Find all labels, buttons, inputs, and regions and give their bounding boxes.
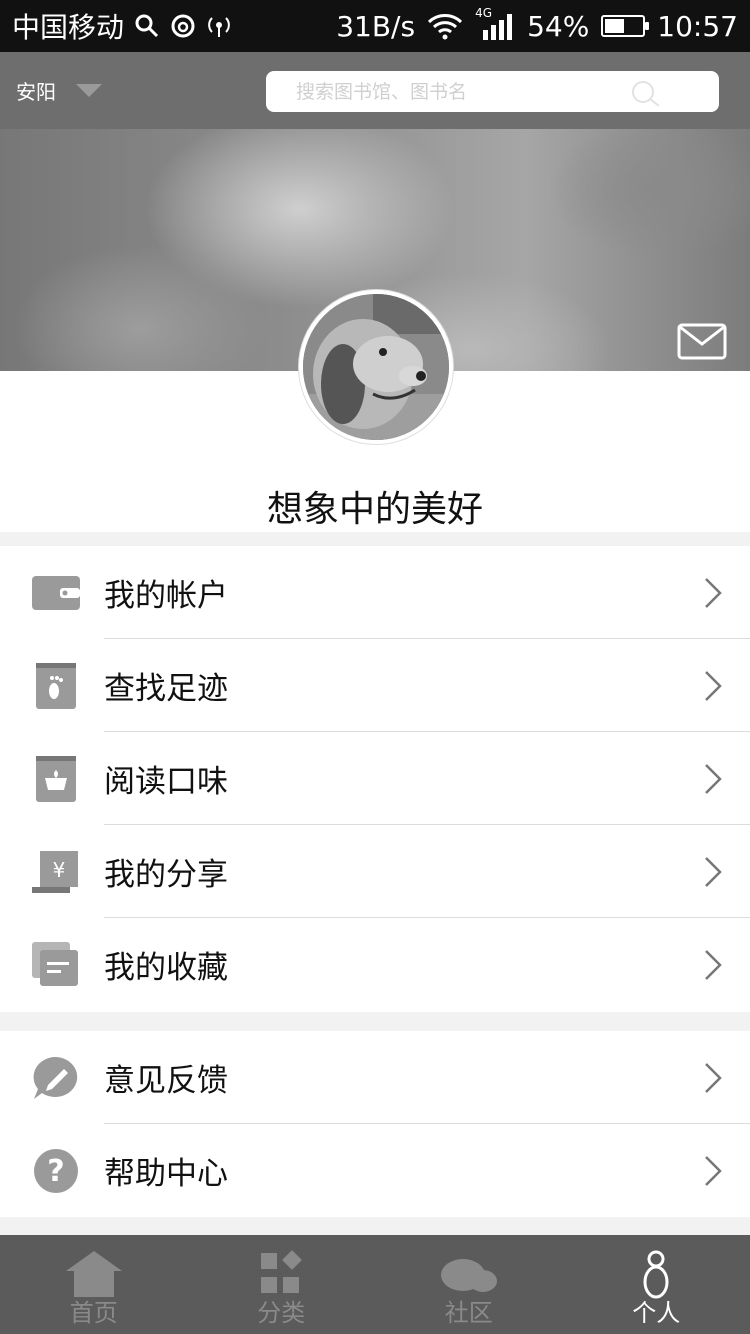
city-name: 安阳 (16, 80, 56, 104)
carrier-name: 中国移动 (12, 11, 125, 44)
feedback-pencil-icon (33, 1056, 78, 1099)
person-icon (643, 1250, 669, 1299)
svg-text:?: ? (47, 1154, 64, 1189)
menu-item-label: 我的分享 (104, 857, 228, 893)
wifi-icon (428, 14, 463, 40)
top-bar: 安阳 (0, 52, 750, 129)
menu-item-help[interactable]: ? 帮助中心 (0, 1124, 750, 1217)
collection-icon (32, 942, 78, 986)
menu-item-footprint[interactable]: 查找足迹 (0, 639, 750, 732)
tab-category[interactable]: 分类 (188, 1235, 376, 1334)
battery-icon (601, 15, 650, 37)
netease-status-icon (171, 14, 195, 38)
search-box[interactable] (266, 71, 719, 112)
menu-item-label: 阅读口味 (104, 764, 228, 800)
tab-label: 个人 (632, 1299, 681, 1327)
menu-item-label: 意见反馈 (104, 1063, 228, 1099)
menu-item-account[interactable]: 我的帐户 (0, 546, 750, 639)
menu-item-collection[interactable]: 我的收藏 (0, 918, 750, 1011)
dog-avatar-image (303, 294, 449, 440)
avatar[interactable] (299, 290, 453, 444)
chevron-right-icon (705, 671, 722, 701)
status-bar: 中国移动 31B/s 4G 54% 10:57 (0, 0, 750, 52)
search-status-icon (135, 14, 159, 38)
battery-percent: 54% (527, 9, 590, 43)
caret-down-icon (76, 84, 102, 97)
mail-icon[interactable] (677, 323, 727, 360)
taste-book-icon (36, 756, 76, 802)
tab-label: 首页 (69, 1299, 118, 1327)
menu-group-support: 意见反馈 ? 帮助中心 (0, 1031, 750, 1217)
menu-item-label: 我的帐户 (104, 578, 228, 614)
hotspot-status-icon (208, 17, 230, 37)
chevron-right-icon (705, 857, 722, 887)
menu-item-feedback[interactable]: 意见反馈 (0, 1031, 750, 1124)
menu-item-label: 我的收藏 (104, 950, 228, 986)
chevron-right-icon (705, 578, 722, 608)
username: 想象中的美好 (266, 489, 483, 530)
wallet-icon (32, 576, 80, 610)
search-icon[interactable] (631, 79, 661, 109)
chevron-right-icon (705, 764, 722, 794)
yuan-scroll-icon: ¥ (32, 851, 78, 893)
bottom-tab-bar: 首页 分类 社区 个人 (0, 1235, 750, 1334)
search-input[interactable] (296, 80, 596, 103)
tab-home[interactable]: 首页 (0, 1235, 188, 1334)
battery-fill (605, 19, 625, 33)
menu-group-account: 我的帐户 查找足迹 阅读口味 ¥ 我的分享 我的收藏 (0, 546, 750, 1012)
network-speed: 31B/s (336, 9, 416, 43)
home-icon (65, 1251, 122, 1297)
tab-label: 社区 (444, 1299, 493, 1327)
chevron-right-icon (705, 950, 722, 980)
community-cloud-icon (440, 1259, 497, 1292)
chevron-right-icon (705, 1063, 722, 1093)
tab-personal[interactable]: 个人 (563, 1235, 750, 1334)
help-question-icon: ? (34, 1149, 78, 1193)
clock: 10:57 (657, 9, 738, 43)
footprint-book-icon (36, 663, 76, 709)
tab-label: 分类 (257, 1299, 306, 1327)
cellular-signal-icon: 4G (475, 6, 515, 40)
chevron-right-icon (705, 1156, 722, 1186)
category-icon (261, 1250, 303, 1293)
menu-item-share[interactable]: ¥ 我的分享 (0, 825, 750, 918)
city-selector[interactable]: 安阳 (16, 76, 102, 105)
tab-community[interactable]: 社区 (375, 1235, 563, 1334)
menu-item-label: 帮助中心 (104, 1156, 228, 1192)
menu-item-taste[interactable]: 阅读口味 (0, 732, 750, 825)
menu-item-label: 查找足迹 (104, 671, 228, 707)
svg-text:¥: ¥ (53, 858, 66, 882)
